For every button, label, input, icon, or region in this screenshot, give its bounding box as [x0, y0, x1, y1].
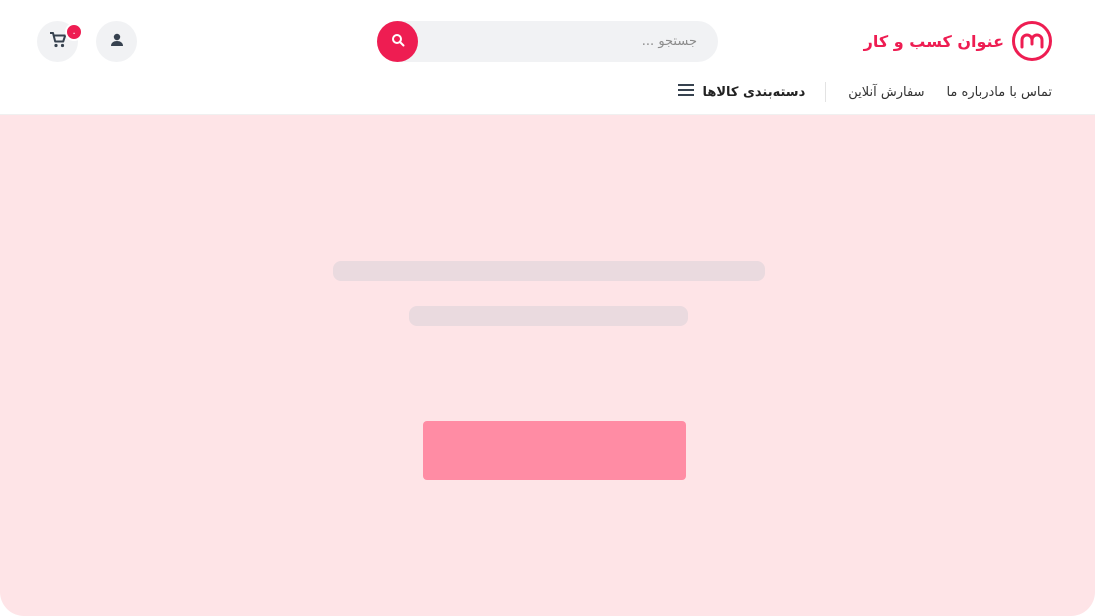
- hero-title-placeholder: [333, 261, 765, 281]
- menu-icon: [678, 83, 695, 101]
- cart-count-badge: ۰: [65, 23, 83, 41]
- cart-icon: [49, 31, 67, 53]
- search-icon: [391, 33, 405, 50]
- logo-icon: [1012, 21, 1052, 61]
- search-button[interactable]: [377, 21, 418, 62]
- brand-name: عنوان کسب و کار: [863, 31, 1004, 51]
- brand-logo[interactable]: عنوان کسب و کار: [864, 21, 1052, 61]
- user-button[interactable]: [96, 21, 137, 62]
- hero-subtitle-placeholder: [409, 306, 688, 326]
- categories-label: دسته‌بندی کالاها: [702, 84, 806, 100]
- categories-menu[interactable]: دسته‌بندی کالاها: [658, 83, 805, 101]
- hero-banner: [0, 115, 1095, 616]
- cart-button[interactable]: ۰: [37, 21, 83, 62]
- nav-link-contact[interactable]: تماس با ما: [994, 85, 1052, 100]
- user-icon: [109, 32, 125, 52]
- main-nav: دسته‌بندی کالاها سفارش آنلاین درباره ما …: [658, 80, 1052, 104]
- search-input[interactable]: [421, 21, 701, 62]
- site-header: عنوان کسب و کار: [0, 0, 1095, 115]
- nav-link-online-order[interactable]: سفارش آنلاین: [848, 85, 924, 100]
- nav-divider: [825, 82, 827, 102]
- nav-link-about[interactable]: درباره ما: [946, 85, 994, 100]
- search-bar: [377, 21, 718, 62]
- hero-cta-button[interactable]: [423, 421, 686, 480]
